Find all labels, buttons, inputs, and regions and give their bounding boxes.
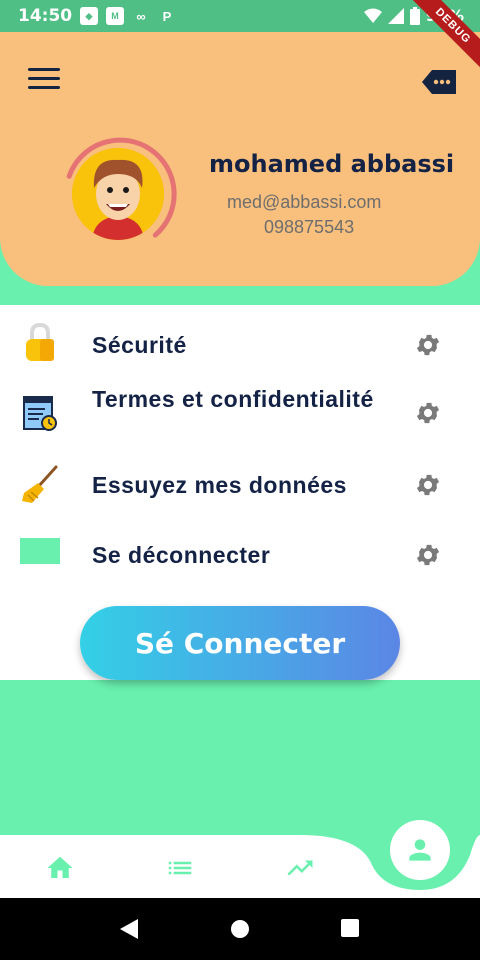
status-time: 14:50 [18,6,73,26]
infinity-icon: ∞ [136,8,146,24]
logout-icon [20,537,60,565]
home-icon[interactable] [43,853,77,883]
battery-icon [409,6,420,25]
gear-icon[interactable] [414,399,442,427]
system-navigation-bar [0,898,480,960]
menu-label-securite: Sécurité [92,332,187,358]
trending-icon[interactable] [283,853,317,883]
status-bar: 14:50 ◆ M ∞ P 99% [0,0,480,32]
settings-panel: Sécurité Termes et confidentialité Essuy… [0,305,480,680]
home-circle-icon[interactable] [229,918,251,940]
paypal-icon: P [162,8,172,24]
menu-label-termes: Termes et confidentialité [92,386,374,412]
mail-icon: M [106,7,124,25]
wifi-icon [363,8,382,23]
gear-icon[interactable] [414,471,442,499]
cartoon-face-icon [72,148,164,240]
gear-icon[interactable] [414,541,442,569]
user-email: med@abbassi.com [227,192,382,212]
bottom-navigation [0,820,480,898]
recents-icon[interactable] [340,918,360,938]
menu-item-securite[interactable]: Sécurité [0,309,480,373]
broom-icon [20,465,60,505]
avatar[interactable] [58,132,178,254]
menu-item-termes[interactable]: Termes et confidentialité [0,381,480,447]
connect-button[interactable]: Sé Connecter [80,606,400,680]
menu-item-deconnecter[interactable]: Se déconnecter [0,523,480,587]
signal-icon [387,7,404,24]
gear-icon[interactable] [414,331,442,359]
document-icon [20,393,60,433]
user-name: mohamed abbassi [209,150,455,178]
menu-label-essuyez: Essuyez mes données [92,472,347,498]
profile-tab-button[interactable] [390,820,450,880]
lock-icon [20,323,60,363]
hamburger-menu-icon[interactable] [28,68,60,94]
menu-label-deconnecter: Se déconnecter [92,542,271,568]
game-icon: ◆ [80,7,98,25]
more-tag-icon[interactable] [422,70,456,94]
profile-icon [409,839,431,861]
menu-item-essuyez[interactable]: Essuyez mes données [0,453,480,517]
back-icon[interactable] [118,918,140,940]
list-icon[interactable] [163,853,197,883]
profile-header: mohamed abbassi med@abbassi.com 09887554… [0,32,480,286]
avatar-image [72,148,164,240]
notification-icons: ◆ M ∞ P [80,7,176,25]
user-phone: 098875543 [264,217,355,237]
